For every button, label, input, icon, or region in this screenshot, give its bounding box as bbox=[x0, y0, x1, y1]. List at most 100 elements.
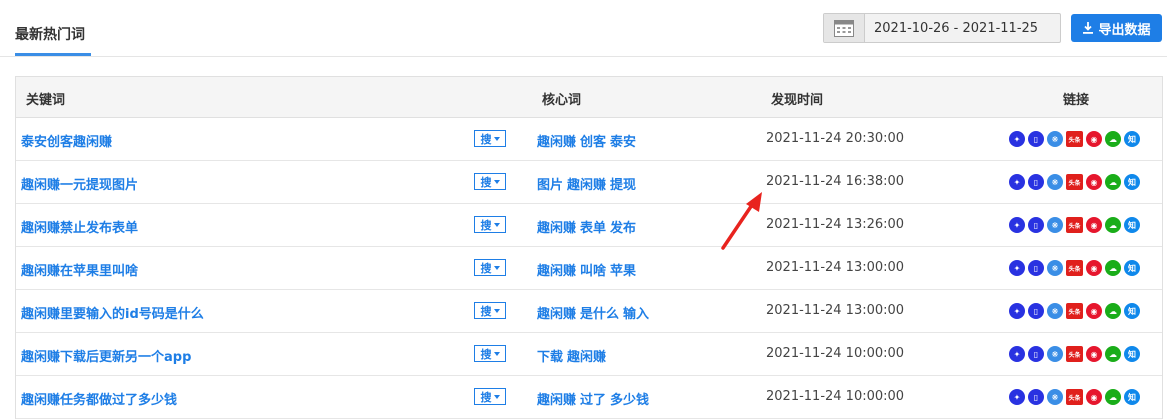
wechat-icon[interactable]: ☁ bbox=[1105, 174, 1121, 190]
zhihu-icon[interactable]: 知 bbox=[1124, 131, 1140, 147]
toutiao-icon[interactable]: 头条 bbox=[1066, 389, 1083, 405]
baidu-icon[interactable]: ✦ bbox=[1009, 346, 1025, 362]
mobile-icon[interactable]: ▯ bbox=[1028, 346, 1044, 362]
mobile-icon[interactable]: ▯ bbox=[1028, 389, 1044, 405]
core-word-link[interactable]: 趣闲赚 bbox=[567, 350, 606, 365]
core-word-link[interactable]: 泰安 bbox=[610, 135, 636, 150]
keyword-link[interactable]: 趣闲赚里要输入的id号码是什么 bbox=[21, 303, 204, 322]
360-icon[interactable]: ❋ bbox=[1047, 217, 1063, 233]
search-dropdown-label: 搜 bbox=[480, 390, 492, 404]
baidu-icon[interactable]: ✦ bbox=[1009, 174, 1025, 190]
search-dropdown-button[interactable]: 搜 bbox=[474, 345, 506, 362]
core-word-link[interactable]: 多少钱 bbox=[610, 393, 649, 408]
core-word-link[interactable]: 趣闲赚 bbox=[567, 178, 606, 193]
core-word-link[interactable]: 苹果 bbox=[610, 264, 636, 279]
core-words: 趣闲赚 叫啥 苹果 bbox=[537, 260, 640, 279]
360-icon[interactable]: ❋ bbox=[1047, 389, 1063, 405]
toutiao-icon[interactable]: 头条 bbox=[1066, 346, 1083, 362]
export-data-button[interactable]: 导出数据 bbox=[1071, 14, 1162, 42]
platform-links: ✦ ▯ ❋ 头条 ◉ ☁ 知 bbox=[1009, 174, 1140, 190]
keyword-link[interactable]: 趣闲赚一元提现图片 bbox=[21, 174, 138, 193]
baidu-icon[interactable]: ✦ bbox=[1009, 131, 1025, 147]
search-dropdown-label: 搜 bbox=[480, 261, 492, 275]
core-word-link[interactable]: 趣闲赚 bbox=[537, 307, 576, 322]
core-word-link[interactable]: 图片 bbox=[537, 178, 563, 193]
keyword-link[interactable]: 趣闲赚任务都做过了多少钱 bbox=[21, 389, 177, 408]
core-word-link[interactable]: 趣闲赚 bbox=[537, 264, 576, 279]
core-word-link[interactable]: 是什么 bbox=[580, 307, 619, 322]
weibo-icon[interactable]: ◉ bbox=[1086, 303, 1102, 319]
weibo-icon[interactable]: ◉ bbox=[1086, 174, 1102, 190]
wechat-icon[interactable]: ☁ bbox=[1105, 260, 1121, 276]
zhihu-icon[interactable]: 知 bbox=[1124, 174, 1140, 190]
zhihu-icon[interactable]: 知 bbox=[1124, 346, 1140, 362]
weibo-icon[interactable]: ◉ bbox=[1086, 260, 1102, 276]
wechat-icon[interactable]: ☁ bbox=[1105, 217, 1121, 233]
baidu-icon[interactable]: ✦ bbox=[1009, 217, 1025, 233]
toutiao-icon[interactable]: 头条 bbox=[1066, 260, 1083, 276]
table-row: 趣闲赚任务都做过了多少钱 搜 趣闲赚 过了 多少钱 2021-11-24 10:00:00… bbox=[16, 376, 1162, 419]
keyword-link[interactable]: 趣闲赚在苹果里叫啥 bbox=[21, 260, 138, 279]
search-dropdown-button[interactable]: 搜 bbox=[474, 173, 506, 190]
keyword-link[interactable]: 泰安创客趣闲赚 bbox=[21, 131, 112, 150]
core-word-link[interactable]: 趣闲赚 bbox=[537, 221, 576, 236]
weibo-icon[interactable]: ◉ bbox=[1086, 131, 1102, 147]
weibo-icon[interactable]: ◉ bbox=[1086, 346, 1102, 362]
date-range-value[interactable]: 2021-10-26 - 2021-11-25 bbox=[874, 21, 1038, 36]
search-dropdown-button[interactable]: 搜 bbox=[474, 388, 506, 405]
wechat-icon[interactable]: ☁ bbox=[1105, 389, 1121, 405]
mobile-icon[interactable]: ▯ bbox=[1028, 174, 1044, 190]
wechat-icon[interactable]: ☁ bbox=[1105, 303, 1121, 319]
mobile-icon[interactable]: ▯ bbox=[1028, 131, 1044, 147]
header-keyword: 关键词 bbox=[26, 93, 66, 108]
zhihu-icon[interactable]: 知 bbox=[1124, 389, 1140, 405]
search-dropdown-button[interactable]: 搜 bbox=[474, 130, 506, 147]
keyword-link[interactable]: 趣闲赚下载后更新另一个app bbox=[21, 346, 191, 365]
table-row: 趣闲赚禁止发布表单 搜 趣闲赚 表单 发布 2021-11-24 13:26:00 ✦ ▯ ❋ 头… bbox=[16, 204, 1162, 247]
core-word-link[interactable]: 叫啥 bbox=[580, 264, 606, 279]
table-row: 趣闲赚一元提现图片 搜 图片 趣闲赚 提现 2021-11-24 16:38:00 ✦ ▯ ❋ 头… bbox=[16, 161, 1162, 204]
360-icon[interactable]: ❋ bbox=[1047, 303, 1063, 319]
toutiao-icon[interactable]: 头条 bbox=[1066, 131, 1083, 147]
core-word-link[interactable]: 下载 bbox=[537, 350, 563, 365]
wechat-icon[interactable]: ☁ bbox=[1105, 131, 1121, 147]
calendar-icon[interactable] bbox=[824, 14, 865, 42]
toutiao-icon[interactable]: 头条 bbox=[1066, 217, 1083, 233]
360-icon[interactable]: ❋ bbox=[1047, 260, 1063, 276]
360-icon[interactable]: ❋ bbox=[1047, 174, 1063, 190]
caret-down-icon bbox=[493, 136, 500, 141]
search-dropdown-button[interactable]: 搜 bbox=[474, 259, 506, 276]
search-dropdown-button[interactable]: 搜 bbox=[474, 216, 506, 233]
zhihu-icon[interactable]: 知 bbox=[1124, 260, 1140, 276]
core-word-link[interactable]: 趣闲赚 bbox=[537, 135, 576, 150]
core-word-link[interactable]: 提现 bbox=[610, 178, 636, 193]
core-word-link[interactable]: 创客 bbox=[580, 135, 606, 150]
360-icon[interactable]: ❋ bbox=[1047, 131, 1063, 147]
weibo-icon[interactable]: ◉ bbox=[1086, 389, 1102, 405]
caret-down-icon bbox=[493, 308, 500, 313]
zhihu-icon[interactable]: 知 bbox=[1124, 217, 1140, 233]
toutiao-icon[interactable]: 头条 bbox=[1066, 303, 1083, 319]
core-word-link[interactable]: 输入 bbox=[623, 307, 649, 322]
date-range-picker[interactable]: 2021-10-26 - 2021-11-25 bbox=[823, 13, 1061, 43]
mobile-icon[interactable]: ▯ bbox=[1028, 260, 1044, 276]
core-word-link[interactable]: 过了 bbox=[580, 393, 606, 408]
mobile-icon[interactable]: ▯ bbox=[1028, 217, 1044, 233]
core-word-link[interactable]: 趣闲赚 bbox=[537, 393, 576, 408]
baidu-icon[interactable]: ✦ bbox=[1009, 260, 1025, 276]
360-icon[interactable]: ❋ bbox=[1047, 346, 1063, 362]
zhihu-icon[interactable]: 知 bbox=[1124, 303, 1140, 319]
search-dropdown-label: 搜 bbox=[480, 218, 492, 232]
wechat-icon[interactable]: ☁ bbox=[1105, 346, 1121, 362]
mobile-icon[interactable]: ▯ bbox=[1028, 303, 1044, 319]
baidu-icon[interactable]: ✦ bbox=[1009, 303, 1025, 319]
toutiao-icon[interactable]: 头条 bbox=[1066, 174, 1083, 190]
core-word-link[interactable]: 表单 bbox=[580, 221, 606, 236]
weibo-icon[interactable]: ◉ bbox=[1086, 217, 1102, 233]
table-header: 关键词 核心词 发现时间 链接 bbox=[16, 77, 1162, 118]
baidu-icon[interactable]: ✦ bbox=[1009, 389, 1025, 405]
keyword-link[interactable]: 趣闲赚禁止发布表单 bbox=[21, 217, 138, 236]
tab-latest-hot-words[interactable]: 最新热门词 bbox=[15, 24, 85, 44]
search-dropdown-button[interactable]: 搜 bbox=[474, 302, 506, 319]
core-word-link[interactable]: 发布 bbox=[610, 221, 636, 236]
